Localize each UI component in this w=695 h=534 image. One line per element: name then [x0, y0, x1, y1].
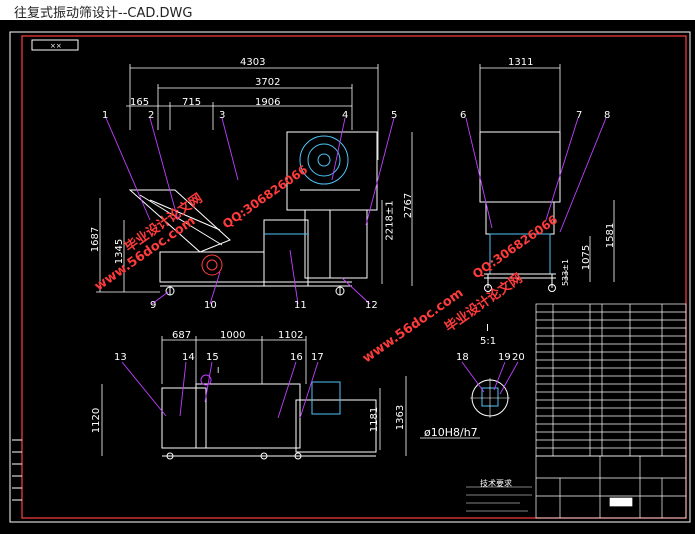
balloon-16: 16 — [290, 352, 303, 363]
window-title-bar: 往复式振动筛设计--CAD.DWG — [0, 0, 695, 21]
balloon-18: 18 — [456, 352, 469, 363]
balloon-5: 5 — [391, 110, 398, 121]
balloon-10: 10 — [204, 300, 217, 311]
balloon-12: 12 — [365, 300, 378, 311]
balloon-17: 17 — [311, 352, 324, 363]
balloon-13: 13 — [114, 352, 127, 363]
balloon-7: 7 — [576, 110, 583, 121]
cad-drawing-canvas[interactable]: ×× 4303 3702 165 715 1906 1687 1345 2218… — [0, 20, 695, 530]
balloon-9: 9 — [150, 300, 157, 311]
balloon-6: 6 — [460, 110, 467, 121]
balloon-2: 2 — [148, 110, 155, 121]
balloon-4: 4 — [342, 110, 349, 121]
balloon-1: 1 — [102, 110, 109, 121]
balloon-8: 8 — [604, 110, 611, 121]
balloon-14: 14 — [182, 352, 195, 363]
balloon-15: 15 — [206, 352, 219, 363]
balloon-19: 19 — [498, 352, 511, 363]
balloon-3: 3 — [219, 110, 226, 121]
balloon-11: 11 — [294, 300, 307, 311]
balloon-20: 20 — [512, 352, 525, 363]
window-title: 往复式振动筛设计--CAD.DWG — [14, 6, 193, 21]
part-balloons: 1 2 3 4 5 6 7 8 9 10 11 12 13 14 15 16 1… — [0, 20, 695, 530]
